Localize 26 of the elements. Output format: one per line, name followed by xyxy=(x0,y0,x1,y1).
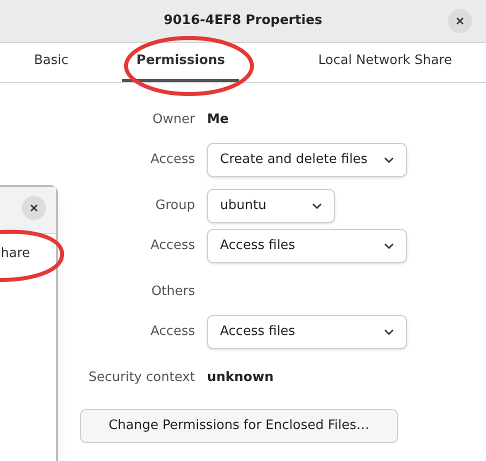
close-icon xyxy=(30,204,38,212)
dropdown[interactable]: ubuntu xyxy=(207,189,335,223)
chevron-down-icon xyxy=(312,203,322,209)
dropdown[interactable]: Create and delete files xyxy=(207,143,407,177)
field-value: Me xyxy=(207,111,229,130)
dropdown[interactable]: Access files xyxy=(207,315,407,349)
change-permissions-button[interactable]: Change Permissions for Enclosed Files… xyxy=(80,409,398,443)
dropdown[interactable]: Access files xyxy=(207,229,407,263)
tab[interactable]: Basic xyxy=(20,43,82,82)
field-label: Access xyxy=(150,151,195,170)
tab[interactable]: Local Network Share xyxy=(304,43,466,82)
close-icon xyxy=(456,17,464,25)
field-label: Owner xyxy=(152,111,195,130)
field-value: unknown xyxy=(207,369,274,388)
chevron-down-icon xyxy=(384,157,394,163)
field-label: Security context xyxy=(88,369,195,388)
window-title: 9016-4EF8 Properties xyxy=(164,12,322,30)
close-button[interactable] xyxy=(22,196,46,220)
field-label: Access xyxy=(150,323,195,342)
close-button[interactable] xyxy=(448,9,472,33)
field-label: Others xyxy=(151,283,195,302)
field-label: Access xyxy=(150,237,195,256)
chevron-down-icon xyxy=(384,329,394,335)
field-label: Group xyxy=(155,197,195,216)
tab-label-fragment[interactable]: hare xyxy=(0,244,30,264)
chevron-down-icon xyxy=(384,243,394,249)
